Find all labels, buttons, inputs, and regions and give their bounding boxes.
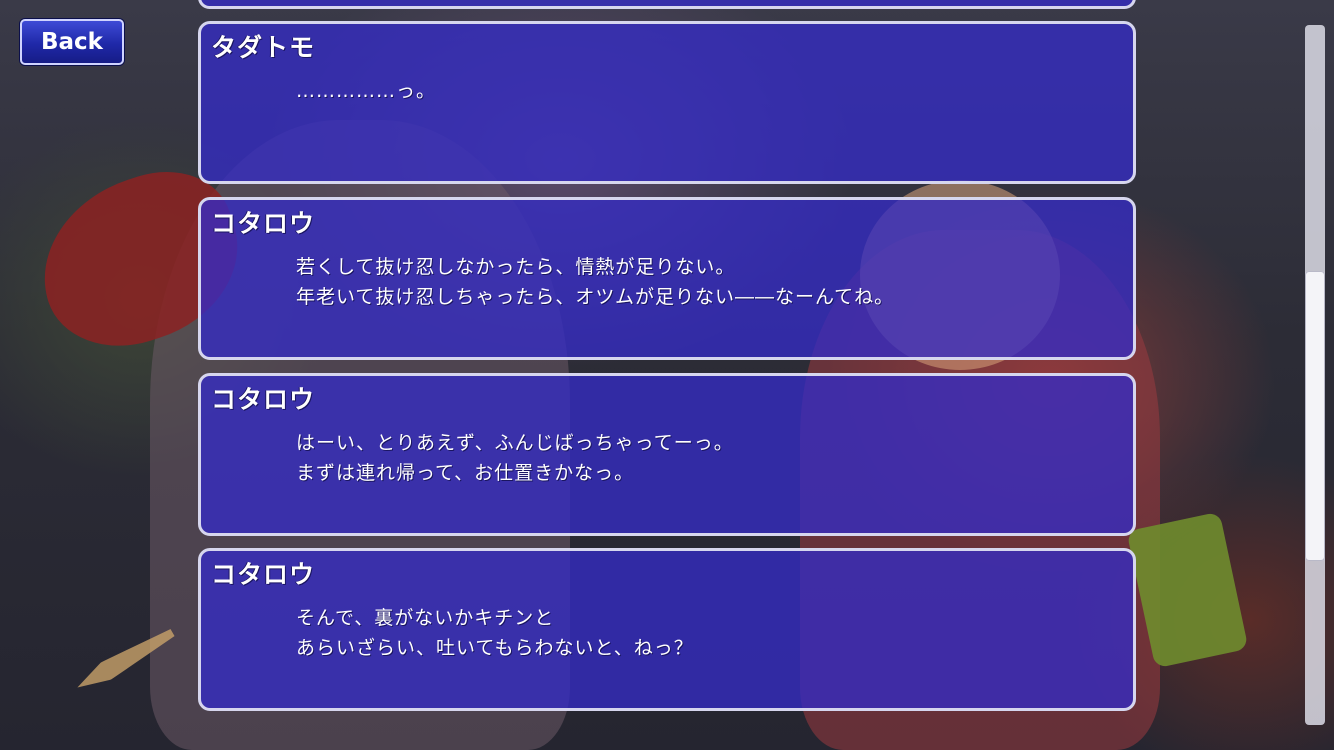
dialogue-entry: コタロウ 若くして抜け忍しなかったら、情熱が足りない。 年老いて抜け忍しちゃった… — [198, 197, 1136, 360]
speaker-name: コタロウ — [211, 385, 316, 414]
dialogue-line: まずは連れ帰って、お仕置きかなっ。 — [296, 462, 635, 484]
dialogue-entry: コタロウ そんで、裏がないかキチンと あらいざらい、吐いてもらわないと、ねっ？ — [198, 548, 1136, 711]
dialogue-line: あらいざらい、吐いてもらわないと、ねっ？ — [296, 637, 694, 659]
dialogue-line: そんで、裏がないかキチンと — [296, 607, 555, 629]
scrollbar-track[interactable] — [1305, 25, 1325, 725]
backlog-screen: Back タダトモ ……………っ。 コタロウ 若くして抜け忍しなかったら、情熱が… — [0, 0, 1334, 750]
dialogue-log-list[interactable]: タダトモ ……………っ。 コタロウ 若くして抜け忍しなかったら、情熱が足りない。… — [198, 0, 1136, 750]
scrollbar-thumb[interactable] — [1305, 271, 1325, 561]
dialogue-line: 若くして抜け忍しなかったら、情熱が足りない。 — [296, 256, 736, 278]
dialogue-line: はーい、とりあえず、ふんじばっちゃってーっ。 — [296, 432, 734, 454]
back-button[interactable]: Back — [20, 19, 124, 65]
speaker-name: コタロウ — [211, 209, 316, 238]
dialogue-entry: コタロウ はーい、とりあえず、ふんじばっちゃってーっ。 まずは連れ帰って、お仕置… — [198, 373, 1136, 536]
dialogue-entry: タダトモ ……………っ。 — [198, 21, 1136, 184]
dialogue-line: ……………っ。 — [296, 80, 437, 102]
dialogue-entry-partial — [198, 0, 1136, 9]
speaker-name: コタロウ — [211, 560, 316, 589]
dialogue-line: 年老いて抜け忍しちゃったら、オツムが足りない――なーんてね。 — [296, 286, 895, 308]
speaker-name: タダトモ — [211, 33, 316, 62]
